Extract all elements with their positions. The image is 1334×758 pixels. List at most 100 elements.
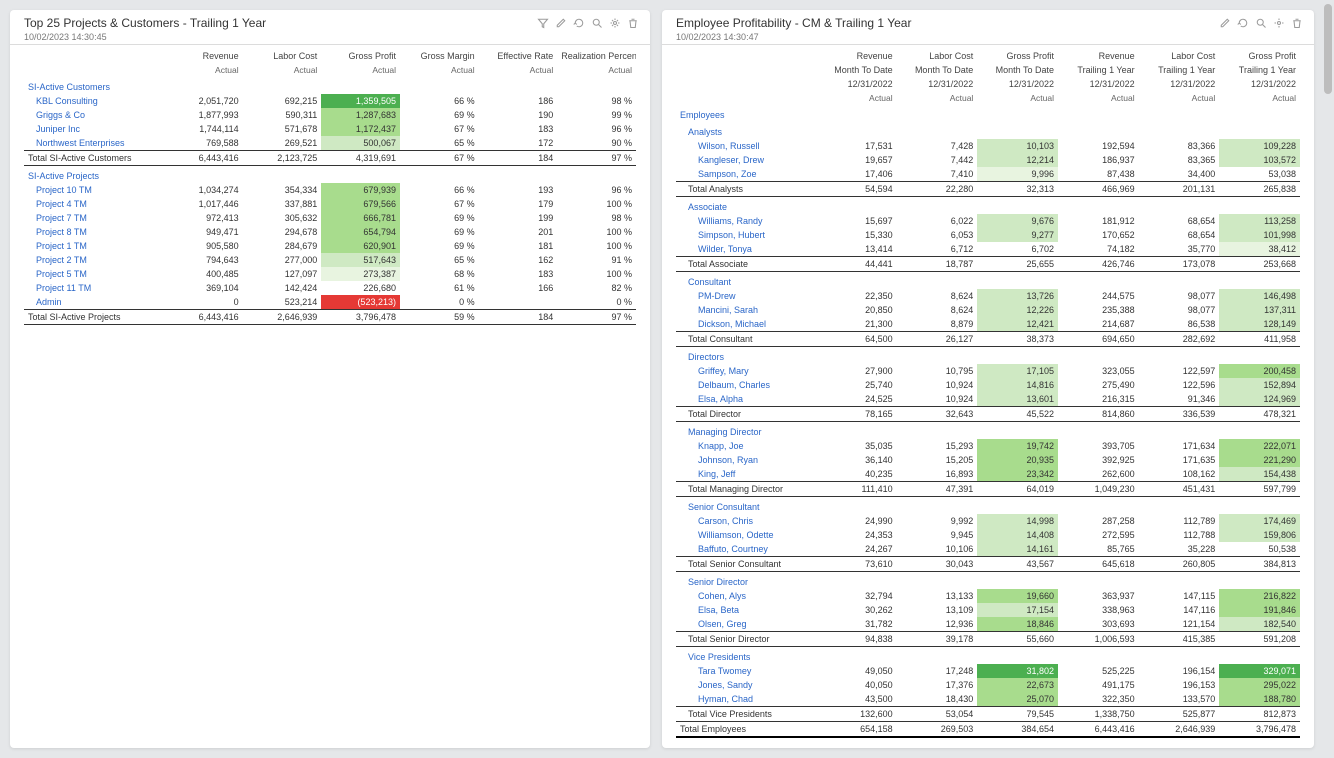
cell-value: 8,879 <box>897 317 978 332</box>
cell-value: 40,235 <box>816 467 897 482</box>
row-label[interactable]: KBL Consulting <box>24 94 164 108</box>
cell-value: 14,408 <box>977 528 1058 542</box>
table-row: Simpson, Hubert15,3306,0539,277170,65268… <box>676 228 1300 242</box>
group-label[interactable]: Directors <box>676 347 1300 365</box>
cell-value: 98,077 <box>1139 303 1220 317</box>
group-total-row: Total Associate44,44118,78725,655426,746… <box>676 257 1300 272</box>
cell-effective-rate: 166 <box>479 281 558 295</box>
group-label[interactable]: Managing Director <box>676 422 1300 440</box>
scrollbar-thumb[interactable] <box>1324 4 1332 94</box>
row-label[interactable]: Williamson, Odette <box>676 528 816 542</box>
total-label: Total SI-Active Projects <box>24 310 164 325</box>
row-label[interactable]: Delbaum, Charles <box>676 378 816 392</box>
settings-icon[interactable] <box>608 16 622 30</box>
cell-value: 7,410 <box>897 167 978 182</box>
cell-value: 654,158 <box>816 722 897 738</box>
refresh-icon[interactable] <box>572 16 586 30</box>
row-label[interactable]: Wilson, Russell <box>676 139 816 153</box>
row-label[interactable]: King, Jeff <box>676 467 816 482</box>
cell-value: 112,789 <box>1139 514 1220 528</box>
table-row: PM-Drew22,3508,62413,726244,57598,077146… <box>676 289 1300 303</box>
row-label[interactable]: Dickson, Michael <box>676 317 816 332</box>
row-label[interactable]: Olsen, Greg <box>676 617 816 632</box>
cell-value: 113,258 <box>1219 214 1300 228</box>
group-label[interactable]: Senior Consultant <box>676 497 1300 515</box>
row-label[interactable]: Tara Twomey <box>676 664 816 678</box>
row-label[interactable]: Sampson, Zoe <box>676 167 816 182</box>
group-label[interactable]: Vice Presidents <box>676 647 1300 665</box>
search-icon[interactable] <box>590 16 604 30</box>
column-header: Gross Profit <box>321 49 400 63</box>
row-label[interactable]: PM-Drew <box>676 289 816 303</box>
row-label[interactable]: Williams, Randy <box>676 214 816 228</box>
row-label[interactable]: Project 5 TM <box>24 267 164 281</box>
cell-labor-cost: 127,097 <box>243 267 322 281</box>
refresh-icon[interactable] <box>1236 16 1250 30</box>
cell-value: 216,822 <box>1219 589 1300 603</box>
cell-value: 154,438 <box>1219 467 1300 482</box>
row-label[interactable]: Northwest Enterprises <box>24 136 164 151</box>
edit-icon[interactable] <box>554 16 568 30</box>
edit-icon[interactable] <box>1218 16 1232 30</box>
row-label[interactable]: Simpson, Hubert <box>676 228 816 242</box>
row-label[interactable]: Project 10 TM <box>24 183 164 197</box>
cell-value: 24,990 <box>816 514 897 528</box>
cell-labor-cost: 523,214 <box>243 295 322 310</box>
trash-icon[interactable] <box>1290 16 1304 30</box>
page-scrollbar[interactable] <box>1324 4 1332 519</box>
column-header: 12/31/2022 <box>1219 77 1300 91</box>
row-label[interactable]: Carson, Chris <box>676 514 816 528</box>
cell-value: 411,958 <box>1219 332 1300 347</box>
row-label[interactable]: Kangleser, Drew <box>676 153 816 167</box>
cell-gross-margin: 69 % <box>400 225 479 239</box>
row-label[interactable]: Wilder, Tonya <box>676 242 816 257</box>
group-label[interactable]: Analysts <box>676 122 1300 139</box>
root-label[interactable]: Employees <box>676 105 1300 122</box>
row-label[interactable]: Project 1 TM <box>24 239 164 253</box>
cell-value: 13,133 <box>897 589 978 603</box>
row-label[interactable]: Project 11 TM <box>24 281 164 295</box>
row-label[interactable]: Admin <box>24 295 164 310</box>
cell-value: 38,412 <box>1219 242 1300 257</box>
settings-icon[interactable] <box>1272 16 1286 30</box>
row-label[interactable]: Elsa, Alpha <box>676 392 816 407</box>
cell-value: 27,900 <box>816 364 897 378</box>
group-label[interactable]: Consultant <box>676 272 1300 290</box>
row-label[interactable]: Juniper Inc <box>24 122 164 136</box>
row-label[interactable]: Cohen, Alys <box>676 589 816 603</box>
row-label[interactable]: Project 8 TM <box>24 225 164 239</box>
row-label[interactable]: Project 4 TM <box>24 197 164 211</box>
section-total-row: Total SI-Active Customers6,443,4162,123,… <box>24 151 636 166</box>
row-label[interactable]: Jones, Sandy <box>676 678 816 692</box>
cell-effective-rate: 201 <box>479 225 558 239</box>
row-label[interactable]: Knapp, Joe <box>676 439 816 453</box>
cell-value: 6,702 <box>977 242 1058 257</box>
row-label[interactable]: Hyman, Chad <box>676 692 816 707</box>
column-header: 12/31/2022 <box>816 77 897 91</box>
trash-icon[interactable] <box>626 16 640 30</box>
search-icon[interactable] <box>1254 16 1268 30</box>
section-label[interactable]: SI-Active Customers <box>24 77 636 94</box>
row-label[interactable]: Elsa, Beta <box>676 603 816 617</box>
group-label[interactable]: Associate <box>676 197 1300 215</box>
row-label[interactable]: Project 7 TM <box>24 211 164 225</box>
row-label[interactable]: Project 2 TM <box>24 253 164 267</box>
cell-gross-profit: 1,359,505 <box>321 94 400 108</box>
group-header: Senior Consultant <box>676 497 1300 515</box>
cell-value: 43,500 <box>816 692 897 707</box>
cell-revenue: 400,485 <box>164 267 243 281</box>
row-label[interactable]: Griggs & Co <box>24 108 164 122</box>
row-label[interactable]: Griffey, Mary <box>676 364 816 378</box>
total-label: Total Senior Director <box>676 632 816 647</box>
cell-effective-rate: 183 <box>479 122 558 136</box>
filter-icon[interactable] <box>536 16 550 30</box>
row-label[interactable]: Mancini, Sarah <box>676 303 816 317</box>
column-header: Actual <box>816 91 897 105</box>
row-label[interactable]: Johnson, Ryan <box>676 453 816 467</box>
group-label[interactable]: Senior Director <box>676 572 1300 590</box>
section-label[interactable]: SI-Active Projects <box>24 166 636 184</box>
column-header: Month To Date <box>897 63 978 77</box>
row-label[interactable]: Baffuto, Courtney <box>676 542 816 557</box>
column-subheader: Actual <box>557 63 636 77</box>
total-label: Total Vice Presidents <box>676 707 816 722</box>
